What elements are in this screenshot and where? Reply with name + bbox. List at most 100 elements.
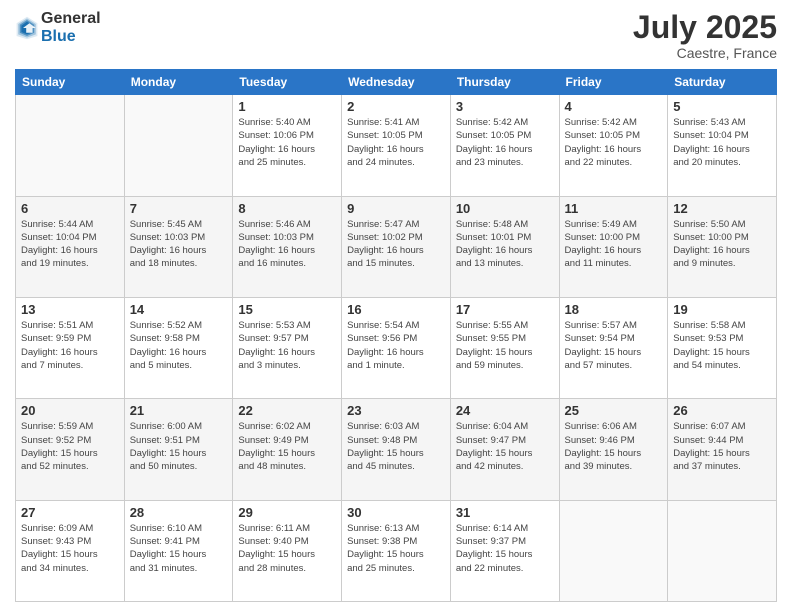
calendar-cell: 26 Sunrise: 6:07 AM Sunset: 9:44 PM Dayli… (668, 399, 777, 500)
day-number: 1 (238, 99, 336, 114)
day-info: Sunrise: 6:07 AM Sunset: 9:44 PM Dayligh… (673, 420, 771, 473)
calendar-cell: 9 Sunrise: 5:47 AM Sunset: 10:02 PM Dayli… (342, 196, 451, 297)
day-header: Wednesday (342, 70, 451, 95)
day-number: 7 (130, 201, 228, 216)
logo: General Blue (15, 10, 101, 45)
day-number: 12 (673, 201, 771, 216)
day-number: 15 (238, 302, 336, 317)
day-number: 20 (21, 403, 119, 418)
day-number: 25 (565, 403, 663, 418)
day-number: 10 (456, 201, 554, 216)
day-info: Sunrise: 5:44 AM Sunset: 10:04 PM Daylig… (21, 218, 119, 271)
calendar-cell (559, 500, 668, 601)
calendar-cell (124, 95, 233, 196)
calendar-cell: 29 Sunrise: 6:11 AM Sunset: 9:40 PM Dayli… (233, 500, 342, 601)
calendar-cell: 5 Sunrise: 5:43 AM Sunset: 10:04 PM Dayli… (668, 95, 777, 196)
calendar-week-row: 1 Sunrise: 5:40 AM Sunset: 10:06 PM Dayli… (16, 95, 777, 196)
day-number: 6 (21, 201, 119, 216)
day-info: Sunrise: 6:03 AM Sunset: 9:48 PM Dayligh… (347, 420, 445, 473)
day-header: Sunday (16, 70, 125, 95)
day-header: Friday (559, 70, 668, 95)
day-info: Sunrise: 5:42 AM Sunset: 10:05 PM Daylig… (565, 116, 663, 169)
day-number: 17 (456, 302, 554, 317)
calendar-cell: 19 Sunrise: 5:58 AM Sunset: 9:53 PM Dayli… (668, 297, 777, 398)
day-info: Sunrise: 5:50 AM Sunset: 10:00 PM Daylig… (673, 218, 771, 271)
calendar-cell: 2Sunrise: 5:41 AM Sunset: 10:05 PM Dayli… (342, 95, 451, 196)
day-number: 9 (347, 201, 445, 216)
title-block: July 2025 Caestre, France (633, 10, 777, 61)
calendar-page: General Blue July 2025 Caestre, France S… (0, 0, 792, 612)
calendar-cell: 23 Sunrise: 6:03 AM Sunset: 9:48 PM Dayli… (342, 399, 451, 500)
calendar-cell: 11Sunrise: 5:49 AM Sunset: 10:00 PM Dayl… (559, 196, 668, 297)
day-number: 5 (673, 99, 771, 114)
calendar-cell: 20 Sunrise: 5:59 AM Sunset: 9:52 PM Dayli… (16, 399, 125, 500)
calendar-table: SundayMondayTuesdayWednesdayThursdayFrid… (15, 69, 777, 602)
logo-general-text: General (41, 10, 101, 28)
calendar-cell: 13Sunrise: 5:51 AM Sunset: 9:59 PM Dayli… (16, 297, 125, 398)
day-info: Sunrise: 5:51 AM Sunset: 9:59 PM Dayligh… (21, 319, 119, 372)
calendar-cell: 7 Sunrise: 5:45 AM Sunset: 10:03 PM Dayli… (124, 196, 233, 297)
calendar-cell: 10 Sunrise: 5:48 AM Sunset: 10:01 PM Dayl… (450, 196, 559, 297)
header: General Blue July 2025 Caestre, France (15, 10, 777, 61)
calendar-cell: 16 Sunrise: 5:54 AM Sunset: 9:56 PM Dayli… (342, 297, 451, 398)
day-info: Sunrise: 5:40 AM Sunset: 10:06 PM Daylig… (238, 116, 336, 169)
day-info: Sunrise: 5:52 AM Sunset: 9:58 PM Dayligh… (130, 319, 228, 372)
calendar-cell: 25 Sunrise: 6:06 AM Sunset: 9:46 PM Dayli… (559, 399, 668, 500)
calendar-cell: 22Sunrise: 6:02 AM Sunset: 9:49 PM Dayli… (233, 399, 342, 500)
calendar-cell: 12 Sunrise: 5:50 AM Sunset: 10:00 PM Dayl… (668, 196, 777, 297)
day-info: Sunrise: 5:55 AM Sunset: 9:55 PM Dayligh… (456, 319, 554, 372)
day-number: 26 (673, 403, 771, 418)
day-info: Sunrise: 5:59 AM Sunset: 9:52 PM Dayligh… (21, 420, 119, 473)
day-number: 27 (21, 505, 119, 520)
calendar-cell: 27 Sunrise: 6:09 AM Sunset: 9:43 PM Dayli… (16, 500, 125, 601)
day-header: Monday (124, 70, 233, 95)
logo-blue-text: Blue (41, 28, 101, 46)
day-number: 8 (238, 201, 336, 216)
day-info: Sunrise: 5:57 AM Sunset: 9:54 PM Dayligh… (565, 319, 663, 372)
month-title: July 2025 (633, 10, 777, 45)
calendar-cell: 30Sunrise: 6:13 AM Sunset: 9:38 PM Dayli… (342, 500, 451, 601)
day-info: Sunrise: 5:58 AM Sunset: 9:53 PM Dayligh… (673, 319, 771, 372)
day-info: Sunrise: 6:10 AM Sunset: 9:41 PM Dayligh… (130, 522, 228, 575)
calendar-cell: 4Sunrise: 5:42 AM Sunset: 10:05 PM Dayli… (559, 95, 668, 196)
calendar-cell: 14 Sunrise: 5:52 AM Sunset: 9:58 PM Dayli… (124, 297, 233, 398)
day-info: Sunrise: 6:06 AM Sunset: 9:46 PM Dayligh… (565, 420, 663, 473)
day-info: Sunrise: 5:46 AM Sunset: 10:03 PM Daylig… (238, 218, 336, 271)
day-info: Sunrise: 5:48 AM Sunset: 10:01 PM Daylig… (456, 218, 554, 271)
day-number: 21 (130, 403, 228, 418)
calendar-cell: 6 Sunrise: 5:44 AM Sunset: 10:04 PM Dayli… (16, 196, 125, 297)
day-header: Thursday (450, 70, 559, 95)
location: Caestre, France (633, 45, 777, 61)
calendar-cell: 21 Sunrise: 6:00 AM Sunset: 9:51 PM Dayli… (124, 399, 233, 500)
day-info: Sunrise: 5:42 AM Sunset: 10:05 PM Daylig… (456, 116, 554, 169)
day-info: Sunrise: 6:09 AM Sunset: 9:43 PM Dayligh… (21, 522, 119, 575)
calendar-cell (16, 95, 125, 196)
day-number: 30 (347, 505, 445, 520)
day-number: 19 (673, 302, 771, 317)
calendar-week-row: 13Sunrise: 5:51 AM Sunset: 9:59 PM Dayli… (16, 297, 777, 398)
calendar-cell: 8 Sunrise: 5:46 AM Sunset: 10:03 PM Dayli… (233, 196, 342, 297)
day-info: Sunrise: 5:43 AM Sunset: 10:04 PM Daylig… (673, 116, 771, 169)
day-header: Saturday (668, 70, 777, 95)
calendar-cell: 17 Sunrise: 5:55 AM Sunset: 9:55 PM Dayli… (450, 297, 559, 398)
day-number: 22 (238, 403, 336, 418)
day-info: Sunrise: 6:00 AM Sunset: 9:51 PM Dayligh… (130, 420, 228, 473)
calendar-header-row: SundayMondayTuesdayWednesdayThursdayFrid… (16, 70, 777, 95)
day-info: Sunrise: 6:11 AM Sunset: 9:40 PM Dayligh… (238, 522, 336, 575)
day-number: 14 (130, 302, 228, 317)
day-number: 31 (456, 505, 554, 520)
calendar-week-row: 6 Sunrise: 5:44 AM Sunset: 10:04 PM Dayli… (16, 196, 777, 297)
calendar-cell: 28Sunrise: 6:10 AM Sunset: 9:41 PM Dayli… (124, 500, 233, 601)
day-info: Sunrise: 5:54 AM Sunset: 9:56 PM Dayligh… (347, 319, 445, 372)
day-number: 18 (565, 302, 663, 317)
calendar-cell: 1 Sunrise: 5:40 AM Sunset: 10:06 PM Dayli… (233, 95, 342, 196)
day-info: Sunrise: 5:45 AM Sunset: 10:03 PM Daylig… (130, 218, 228, 271)
day-number: 24 (456, 403, 554, 418)
day-number: 29 (238, 505, 336, 520)
day-number: 23 (347, 403, 445, 418)
day-info: Sunrise: 5:49 AM Sunset: 10:00 PM Daylig… (565, 218, 663, 271)
day-info: Sunrise: 5:47 AM Sunset: 10:02 PM Daylig… (347, 218, 445, 271)
day-number: 16 (347, 302, 445, 317)
calendar-cell (668, 500, 777, 601)
calendar-cell: 31Sunrise: 6:14 AM Sunset: 9:37 PM Dayli… (450, 500, 559, 601)
